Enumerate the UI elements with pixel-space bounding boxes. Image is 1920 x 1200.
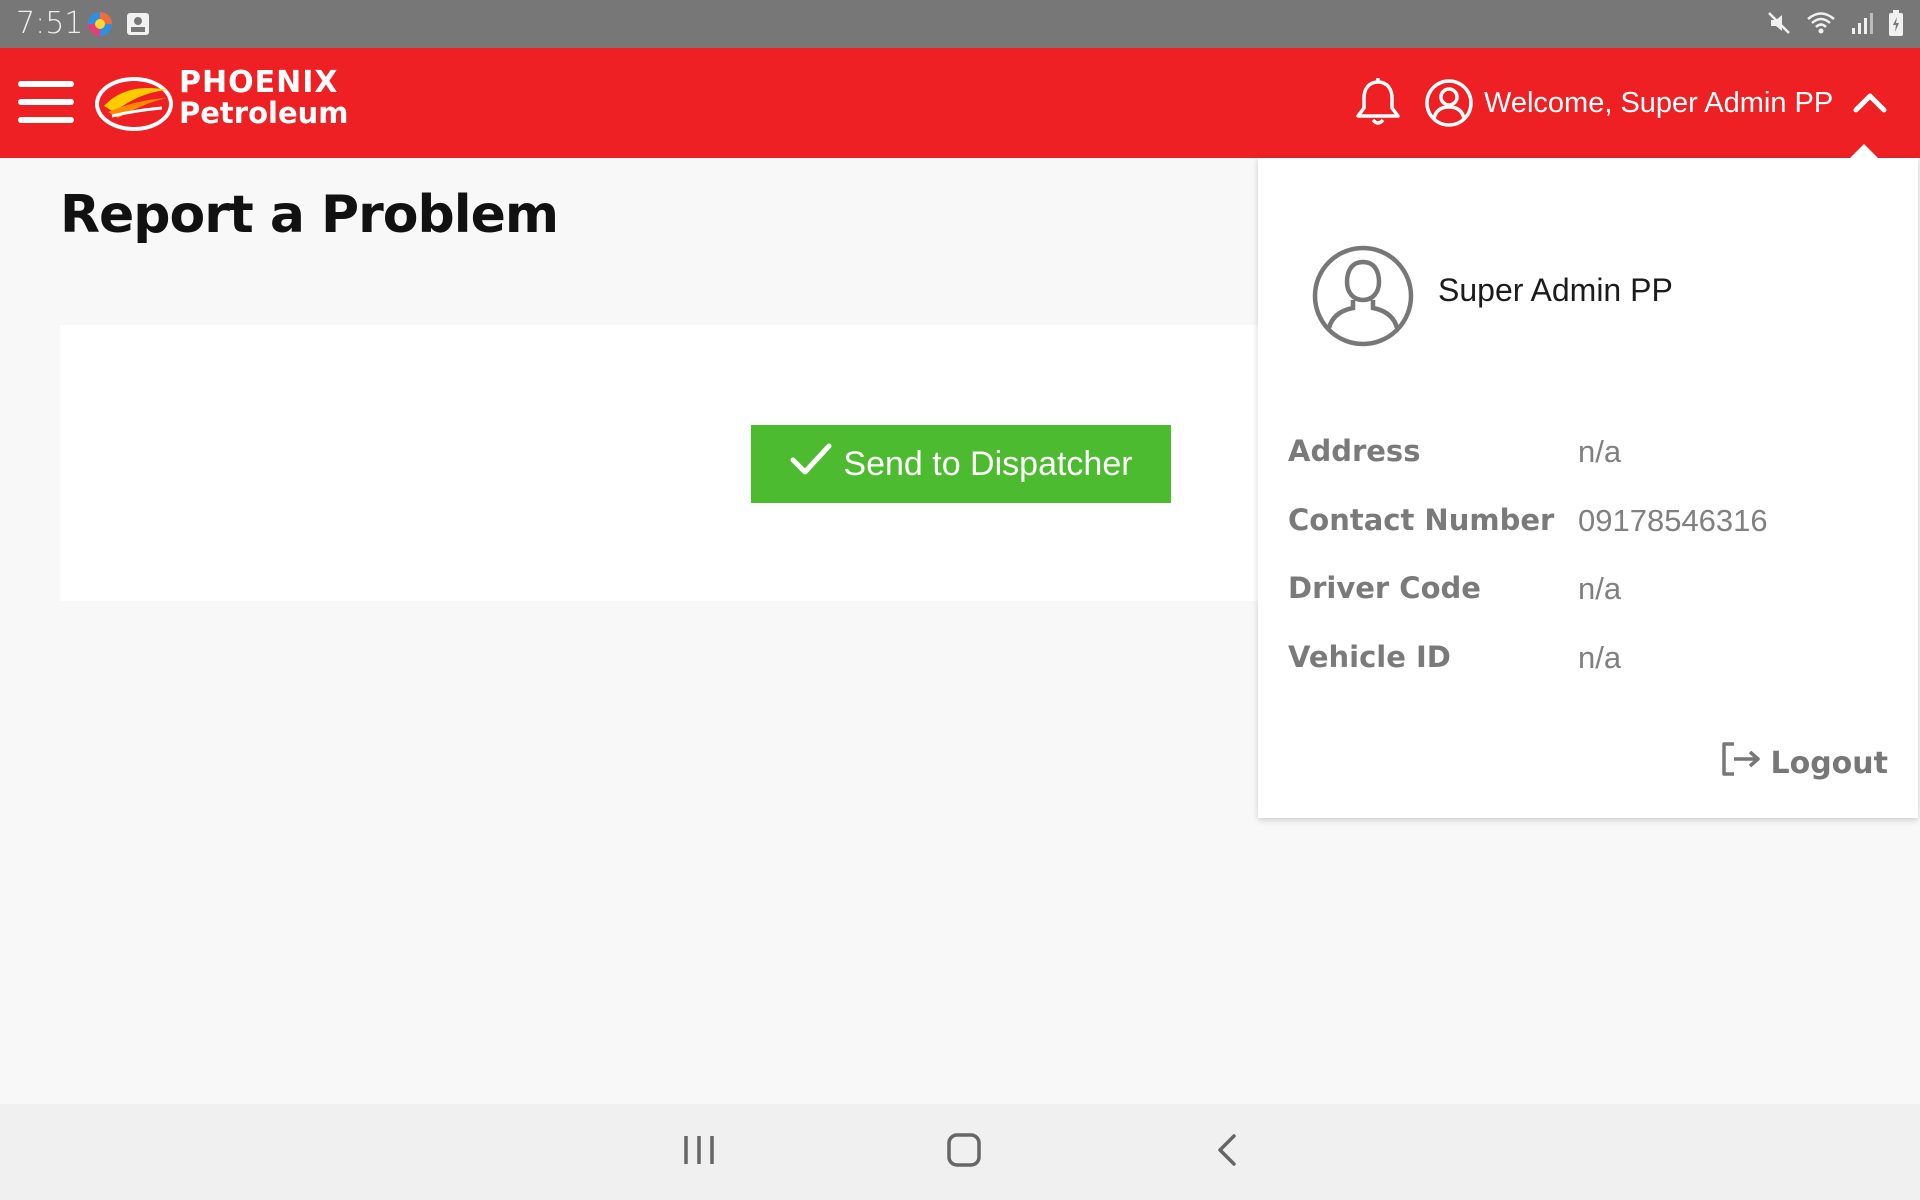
info-label: Driver Code [1288, 571, 1481, 605]
send-to-dispatcher-label: Send to Dispatcher [843, 444, 1133, 483]
brand-line1: PHOENIX [179, 65, 339, 100]
signal-icon [1850, 10, 1874, 36]
page-title: Report a Problem [60, 185, 559, 245]
info-value: n/a [1578, 571, 1622, 606]
status-icons [1766, 9, 1904, 37]
info-label: Contact Number [1288, 503, 1555, 537]
logout-icon [1720, 740, 1762, 786]
profile-name: Super Admin PP [1438, 272, 1673, 308]
info-value: n/a [1578, 640, 1622, 675]
wifi-icon [1806, 10, 1836, 36]
back-icon[interactable] [1210, 1128, 1244, 1177]
browser-app-icon [86, 10, 114, 43]
info-label: Address [1288, 434, 1421, 468]
profile-avatar-icon [1311, 244, 1415, 353]
info-value: 09178546316 [1578, 503, 1768, 538]
brand-name: PHOENIX Petroleum [179, 65, 349, 130]
chevron-up-icon[interactable] [1852, 90, 1888, 119]
info-value: n/a [1578, 434, 1622, 469]
dropdown-caret [1848, 144, 1880, 160]
user-avatar-icon[interactable] [1424, 78, 1474, 133]
app-screen: 7:51 PHOENIX Petroleum Welcome, Super Ad… [0, 0, 1920, 1200]
brand-line2: Petroleum [179, 96, 349, 130]
bell-icon[interactable] [1352, 76, 1404, 133]
status-time: 7:51 [16, 6, 84, 41]
welcome-user-label[interactable]: Welcome, Super Admin PP [1484, 87, 1833, 120]
info-label: Vehicle ID [1288, 640, 1451, 674]
status-bar: 7:51 [0, 0, 1920, 48]
home-icon[interactable] [944, 1128, 984, 1177]
report-form-card: Send to Dispatcher [60, 325, 1260, 601]
mute-icon [1766, 10, 1792, 36]
profile-dropdown: Super Admin PP Address n/a Contact Numbe… [1258, 144, 1918, 818]
phoenix-logo[interactable]: PHOENIX Petroleum [92, 64, 412, 144]
photo-app-icon [124, 10, 152, 43]
check-icon [789, 442, 833, 487]
app-header: PHOENIX Petroleum Welcome, Super Admin P… [0, 48, 1920, 158]
logout-label: Logout [1770, 745, 1888, 781]
menu-icon[interactable] [18, 79, 76, 125]
recent-apps-icon[interactable] [682, 1128, 716, 1177]
send-to-dispatcher-button[interactable]: Send to Dispatcher [751, 425, 1171, 503]
logout-button[interactable]: Logout [1720, 740, 1888, 786]
system-nav-bar [0, 1104, 1920, 1200]
battery-icon [1888, 9, 1904, 37]
